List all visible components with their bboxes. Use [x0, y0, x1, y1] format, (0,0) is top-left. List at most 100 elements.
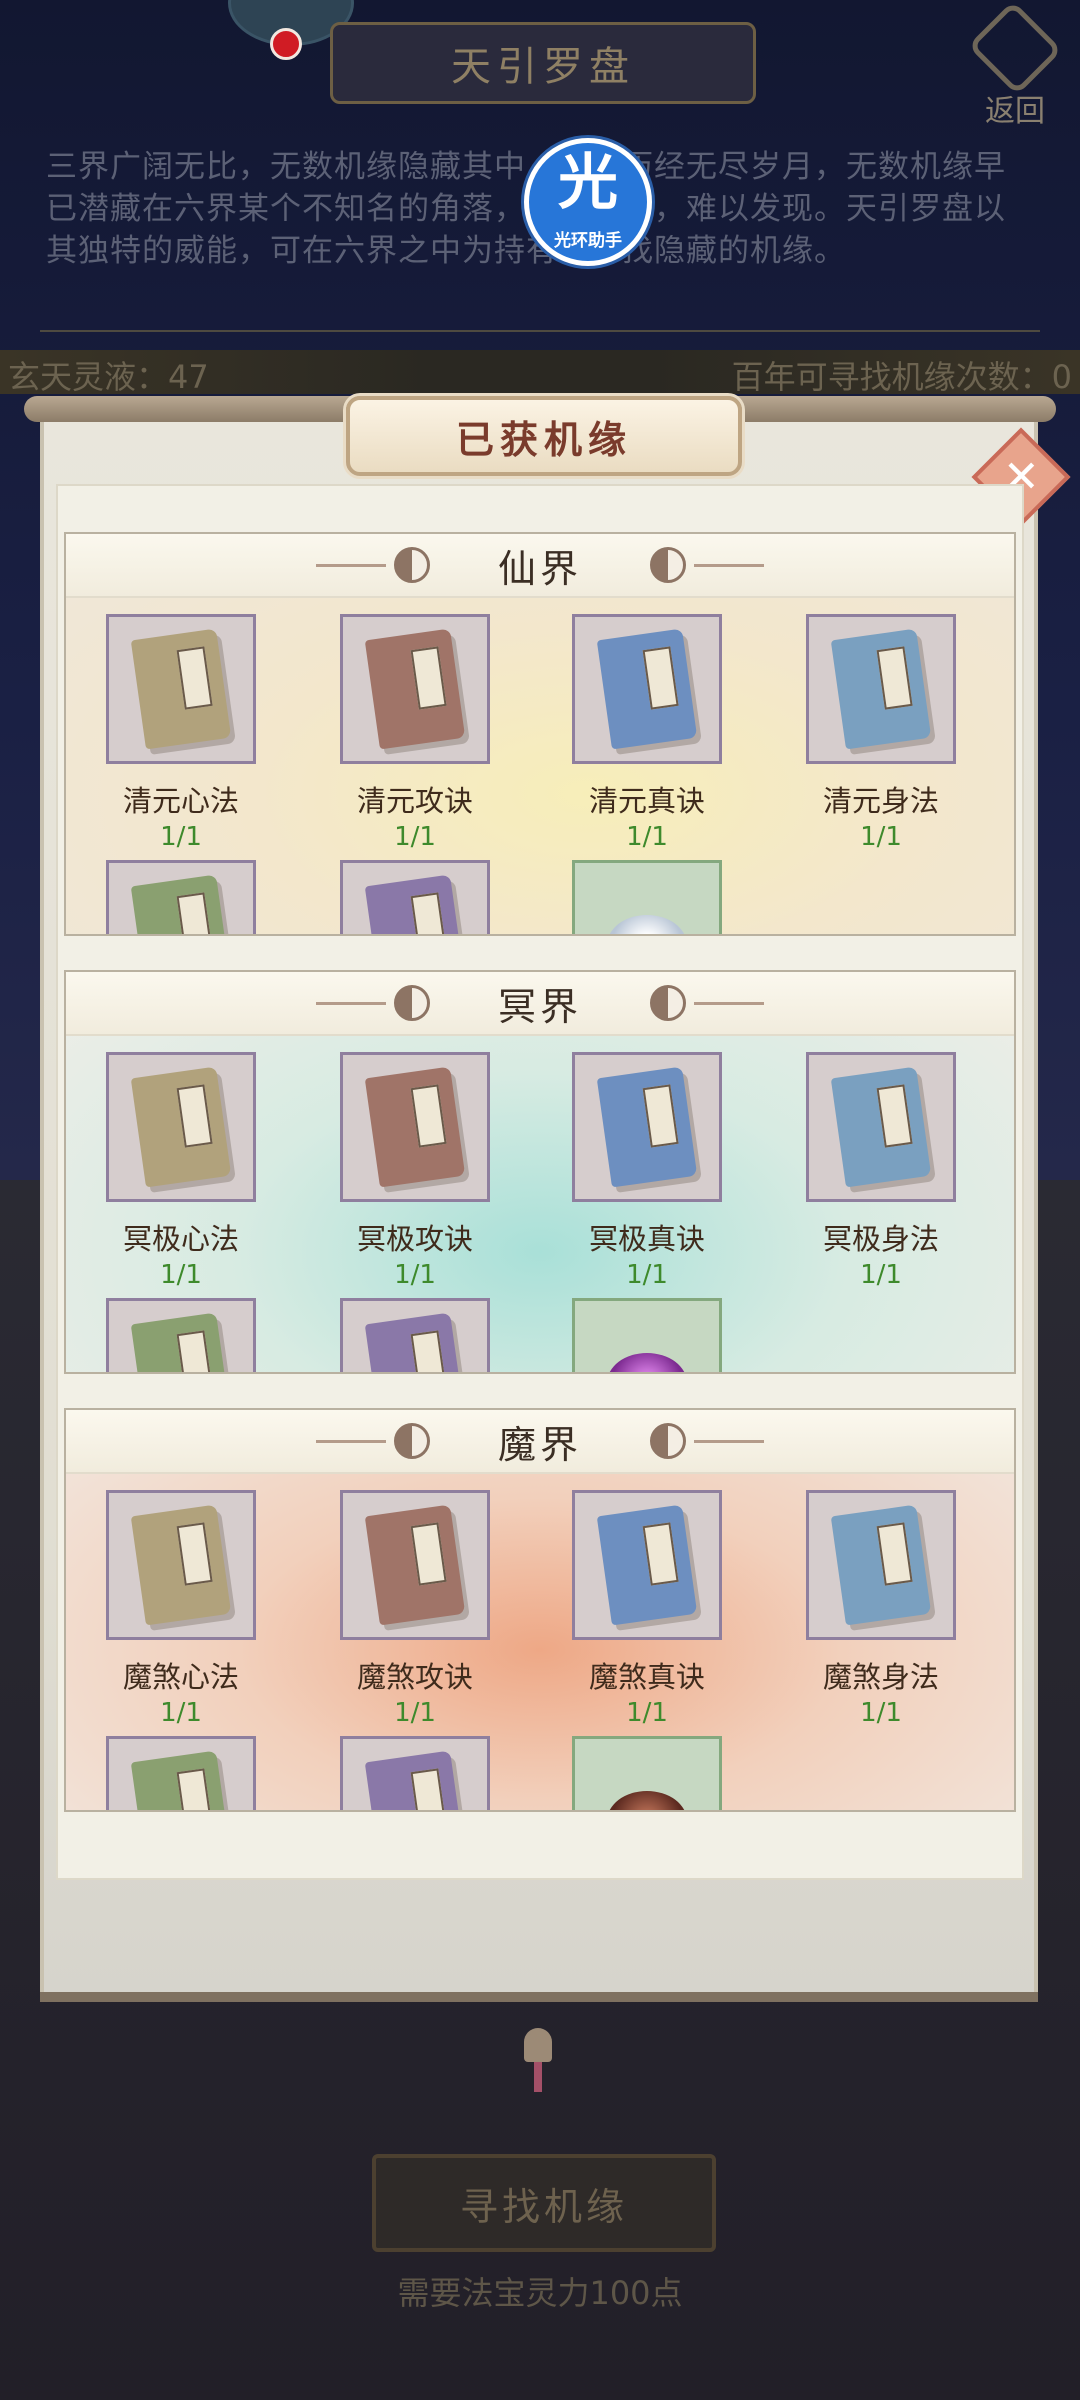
item-card[interactable]	[572, 860, 722, 934]
resource-liquid: 玄天灵液：47	[8, 358, 209, 396]
item-card[interactable]: 魔煞真诀 1/1	[572, 1490, 722, 1728]
item-icon-frame	[572, 614, 722, 764]
item-icon-frame	[106, 1736, 256, 1810]
book-icon	[130, 628, 232, 750]
book-icon	[830, 1066, 932, 1188]
item-icon-frame	[572, 1490, 722, 1640]
section-title: 魔界	[497, 1422, 582, 1467]
item-icon-frame	[340, 860, 490, 934]
ornament-left	[315, 985, 438, 1021]
ornament-right	[642, 985, 764, 1021]
item-card[interactable]	[340, 1298, 490, 1372]
halo-char: 光	[558, 148, 618, 218]
item-name: 冥极真诀	[588, 1222, 705, 1256]
item-card[interactable]: 魔煞攻诀 1/1	[340, 1490, 490, 1728]
book-icon	[364, 874, 466, 934]
find-opportunity-button[interactable]: 寻找机缘	[372, 2154, 716, 2252]
item-icon-frame	[106, 1298, 256, 1372]
halo-label: 光环助手	[554, 231, 622, 251]
item-icon-frame	[340, 614, 490, 764]
item-name: 清元真诀	[588, 784, 705, 818]
item-card[interactable]: 清元心法 1/1	[106, 614, 256, 852]
item-icon-frame	[806, 1052, 956, 1202]
item-count: 1/1	[626, 1260, 668, 1290]
item-card[interactable]: 清元攻诀 1/1	[340, 614, 490, 852]
book-icon	[596, 1504, 698, 1626]
bell-tassel	[534, 2062, 542, 2092]
item-name: 冥极身法	[822, 1222, 939, 1256]
item-card[interactable]: 清元真诀 1/1	[572, 614, 722, 852]
item-card[interactable]: 魔煞身法 1/1	[806, 1490, 956, 1728]
item-count: 1/1	[394, 822, 436, 852]
page-title-text: 天引罗盘	[451, 44, 635, 90]
divider	[40, 330, 1040, 332]
item-card[interactable]: 清元身法 1/1	[806, 614, 956, 852]
item-card[interactable]: 冥极身法 1/1	[806, 1052, 956, 1290]
book-icon	[130, 1504, 232, 1626]
item-card[interactable]	[106, 1298, 256, 1372]
back-button[interactable]: 返回	[967, 0, 1063, 129]
item-card[interactable]	[572, 1298, 722, 1372]
item-count: 1/1	[860, 822, 902, 852]
item-card[interactable]: 冥极攻诀 1/1	[340, 1052, 490, 1290]
yinyang-icon	[393, 547, 430, 583]
item-count: 1/1	[626, 1698, 668, 1728]
item-card[interactable]	[340, 1736, 490, 1810]
item-count: 1/1	[394, 1698, 436, 1728]
halo-assistant-badge[interactable]: 光 光环助手	[524, 138, 652, 266]
item-card[interactable]	[572, 1736, 722, 1810]
item-name: 清元攻诀	[356, 784, 473, 818]
book-icon	[830, 1504, 932, 1626]
yinyang-icon	[650, 1423, 686, 1459]
book-icon	[130, 874, 232, 934]
yinyang-icon	[650, 547, 686, 583]
item-card[interactable]: 魔煞心法 1/1	[106, 1490, 256, 1728]
ornament-right	[642, 1423, 764, 1459]
section-ming: 冥界 冥极心法 1/1 冥极攻诀 1/1 冥极真诀 1/1 冥极身法 1/1	[64, 970, 1016, 1374]
item-name: 冥极心法	[122, 1222, 239, 1256]
yinyang-icon	[393, 985, 430, 1021]
scroll-bottom	[40, 1992, 1038, 2002]
item-card[interactable]	[340, 860, 490, 934]
item-icon-frame	[106, 1052, 256, 1202]
section-xian: 仙界 清元心法 1/1 清元攻诀 1/1 清元真诀 1/1 清元身法 1/1	[64, 532, 1016, 936]
book-icon	[596, 1066, 698, 1188]
item-name: 魔煞攻诀	[356, 1660, 473, 1694]
item-icon-frame	[572, 1052, 722, 1202]
bell-cap	[524, 2028, 552, 2062]
ornament-right	[642, 547, 764, 583]
find-opportunity-label: 寻找机缘	[459, 2184, 628, 2229]
item-card[interactable]: 冥极真诀 1/1	[572, 1052, 722, 1290]
item-card[interactable]: 冥极心法 1/1	[106, 1052, 256, 1290]
yinyang-icon	[650, 985, 686, 1021]
book-icon	[130, 1312, 232, 1372]
item-count: 1/1	[394, 1260, 436, 1290]
flower-icon	[607, 1353, 687, 1372]
book-icon	[364, 1066, 466, 1188]
mushroom-icon	[607, 1791, 687, 1810]
modal-title-plaque: 已获机缘	[346, 396, 742, 476]
section-title: 仙界	[497, 546, 582, 591]
bell-icon	[524, 2028, 552, 2092]
section-header: 冥界	[66, 972, 1014, 1036]
item-icon-frame	[572, 1736, 722, 1810]
page-title: 天引罗盘	[330, 22, 756, 104]
item-icon-frame	[106, 614, 256, 764]
section-header: 魔界	[66, 1410, 1014, 1474]
book-icon	[130, 1750, 232, 1810]
item-icon-frame	[340, 1490, 490, 1640]
book-icon	[596, 628, 698, 750]
item-name: 魔煞心法	[122, 1660, 239, 1694]
ornament-left	[315, 547, 438, 583]
item-icon-frame	[340, 1736, 490, 1810]
item-card[interactable]	[106, 860, 256, 934]
modal-title: 已获机缘	[455, 417, 632, 462]
item-name: 魔煞身法	[822, 1660, 939, 1694]
item-icon-frame	[572, 1298, 722, 1372]
item-icon-frame	[340, 1052, 490, 1202]
section-header: 仙界	[66, 534, 1014, 598]
item-card[interactable]	[106, 1736, 256, 1810]
item-icon-frame	[572, 860, 722, 934]
section-mo: 魔界 魔煞心法 1/1 魔煞攻诀 1/1 魔煞真诀 1/1 魔煞身法 1/1	[64, 1408, 1016, 1812]
resource-bar: 玄天灵液：47 百年可寻找机缘次数：0	[0, 350, 1080, 396]
